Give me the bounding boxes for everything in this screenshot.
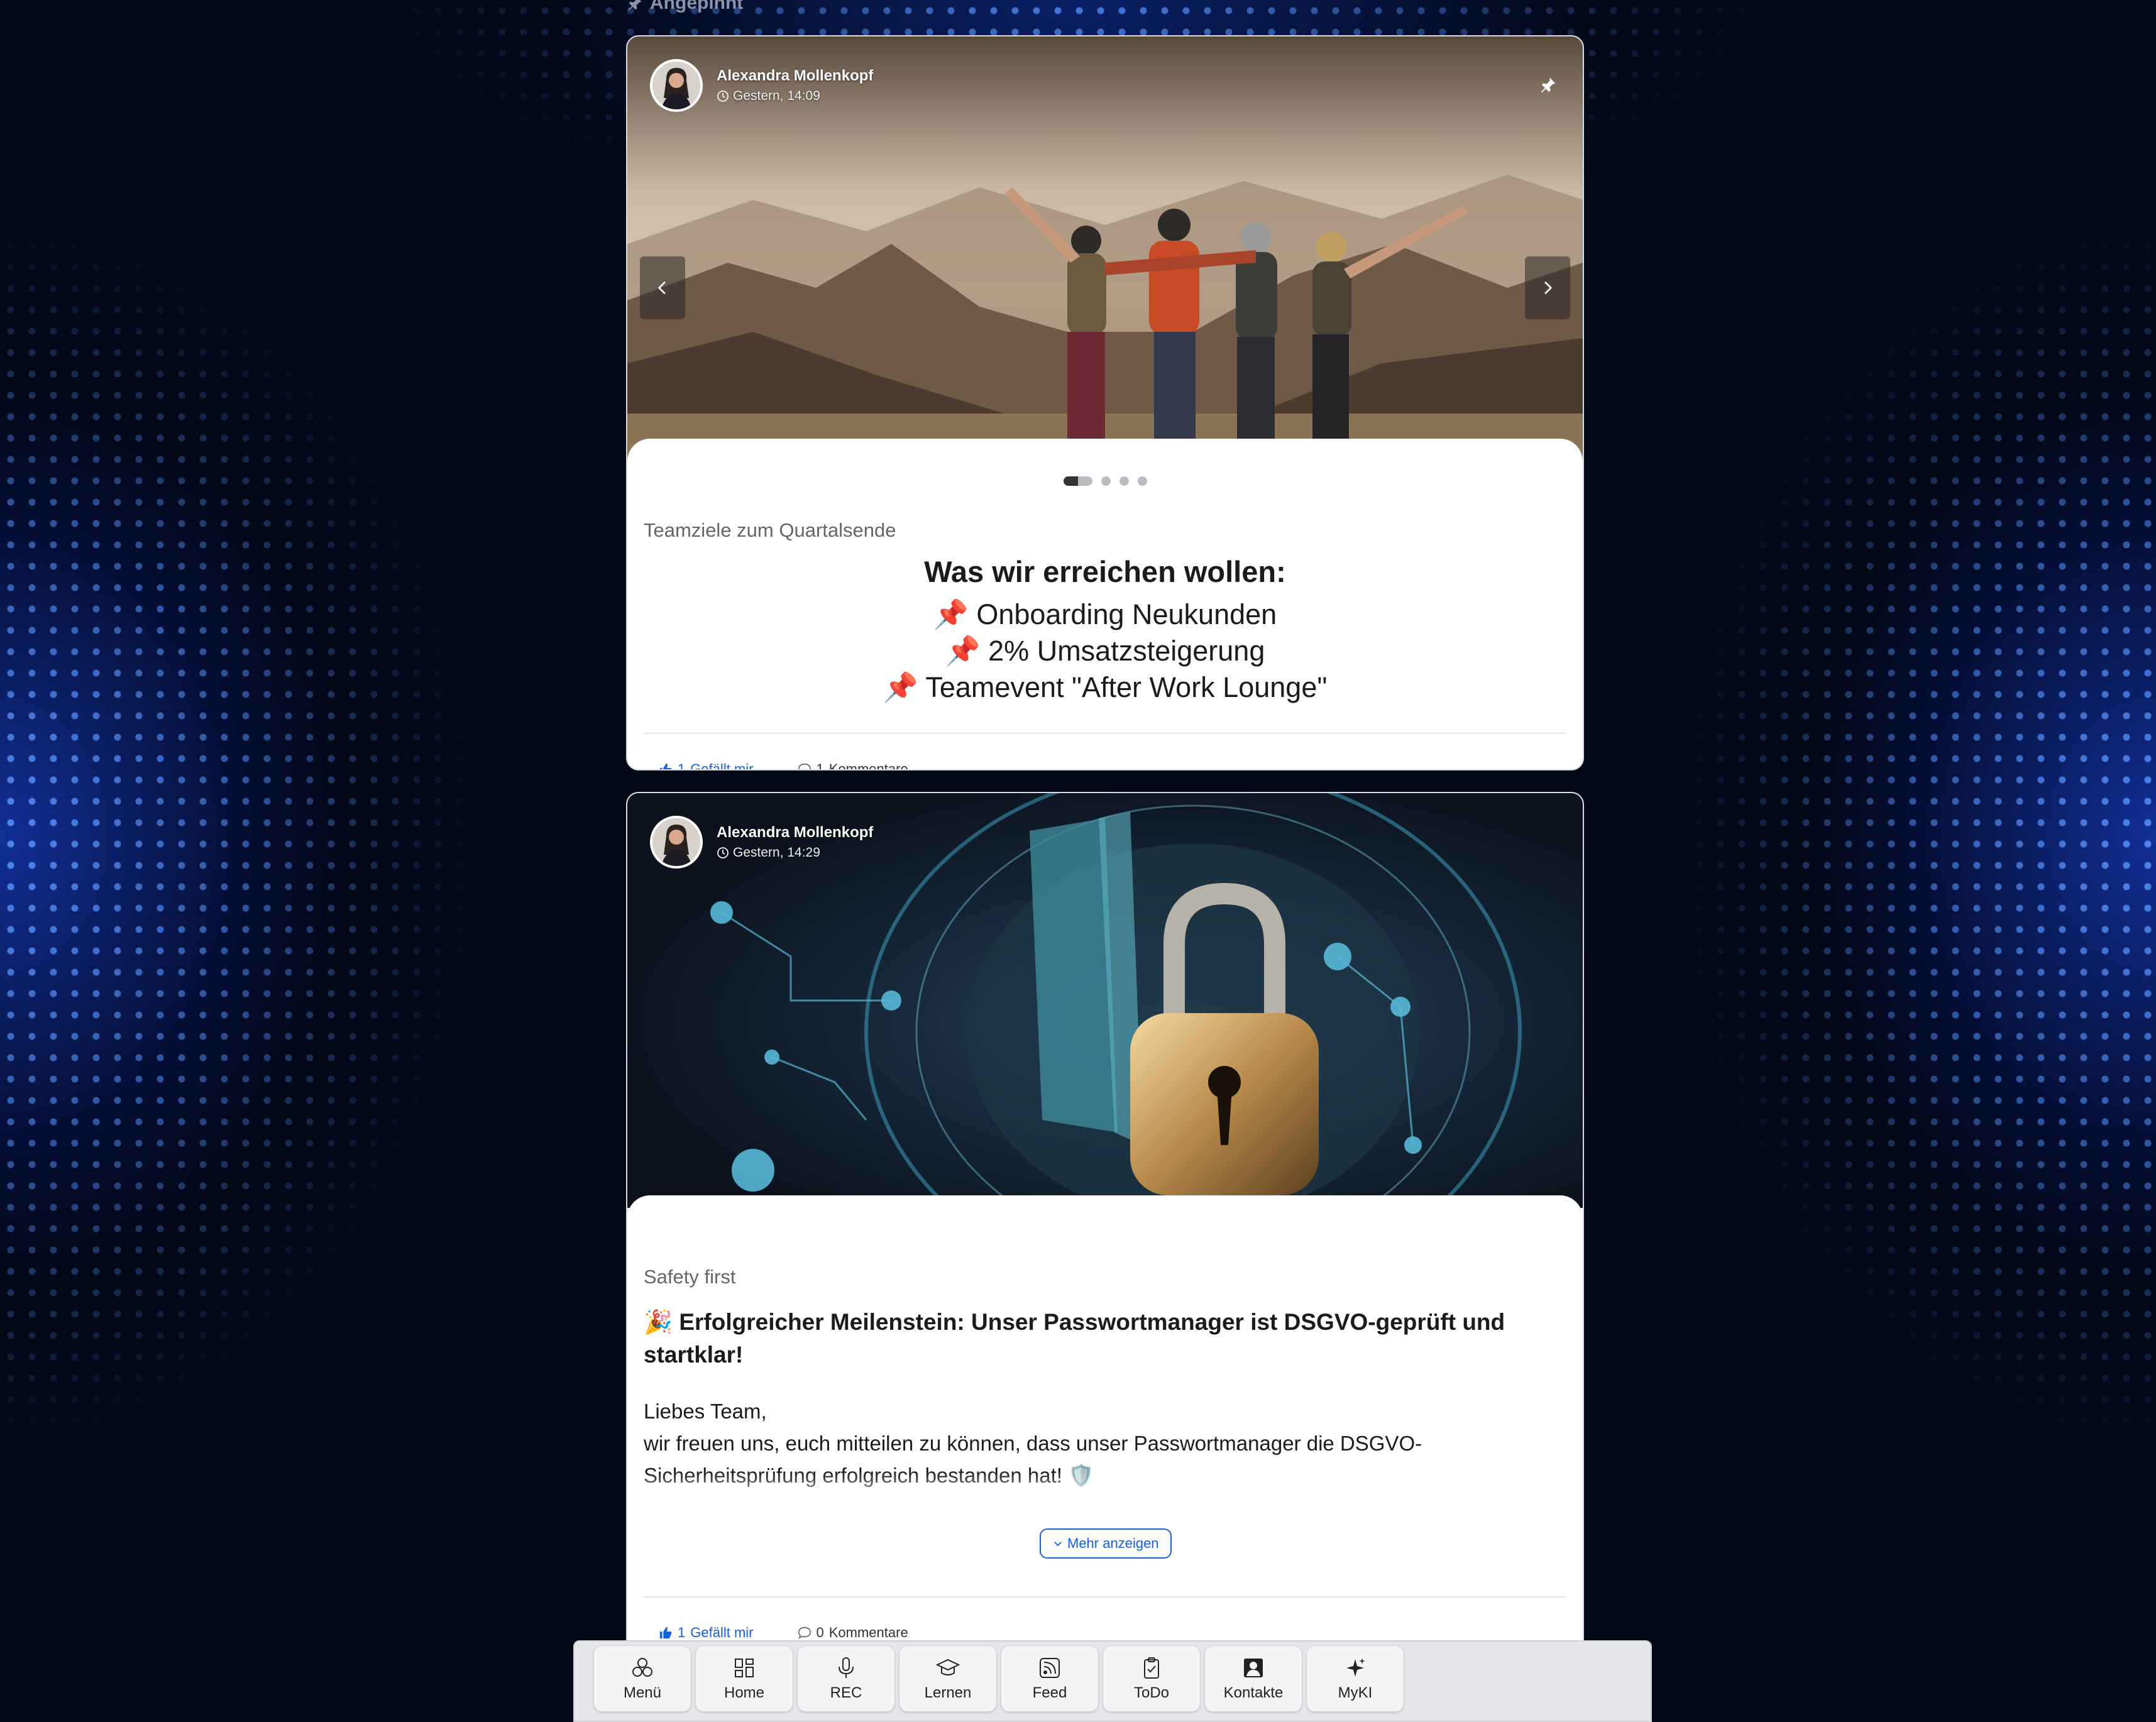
- text-fade: [627, 1472, 1583, 1510]
- clock-icon: [717, 90, 729, 102]
- post-actions: 1 Gefällt mir 0 Kommentare: [659, 1625, 908, 1641]
- dock-home-button[interactable]: Home: [695, 1645, 793, 1712]
- post-author[interactable]: Alexandra Mollenkopf Gestern, 14:09: [650, 59, 873, 112]
- post-card: Alexandra Mollenkopf Gestern, 14:09 Team…: [626, 35, 1584, 771]
- dock-kontakte-button[interactable]: Kontakte: [1204, 1645, 1302, 1712]
- sparkles-icon: [1346, 1658, 1365, 1677]
- contact-icon: [1244, 1659, 1263, 1677]
- dock-todo-button[interactable]: ToDo: [1103, 1645, 1201, 1712]
- dock-myki-button[interactable]: MyKI: [1306, 1645, 1404, 1712]
- divider: [644, 1596, 1566, 1598]
- goal-item: 📌 Teamevent "After Work Lounge": [883, 671, 1328, 703]
- post-subtitle: Teamziele zum Quartalsende: [644, 519, 896, 541]
- comment-icon: [798, 763, 811, 769]
- menu-icon: [632, 1658, 652, 1677]
- author-name: Alexandra Mollenkopf: [717, 67, 874, 84]
- thumbs-up-icon: [659, 763, 672, 769]
- post-actions: 1 Gefällt mir 1 Kommentare: [659, 761, 908, 769]
- pin-icon: [628, 0, 642, 11]
- goals-list: Was wir erreichen wollen: 📌 Onboarding N…: [627, 554, 1583, 706]
- comment-button[interactable]: 0 Kommentare: [798, 1625, 908, 1641]
- author-name: Alexandra Mollenkopf: [717, 824, 874, 841]
- carousel-indicator: [627, 476, 1583, 486]
- pinned-section-label: Angepinnt: [626, 0, 743, 14]
- post-subtitle: Safety first: [644, 1266, 736, 1288]
- post-timestamp: Gestern, 14:09: [717, 89, 873, 104]
- dock-rec-button[interactable]: REC: [797, 1645, 895, 1712]
- post-card: Alexandra Mollenkopf Gestern, 14:29 Safe…: [626, 792, 1584, 1657]
- thumbs-up-icon: [659, 1626, 672, 1639]
- carousel-dot[interactable]: [1101, 476, 1111, 486]
- dock-feed-button[interactable]: Feed: [1001, 1645, 1099, 1712]
- clock-icon: [717, 847, 729, 858]
- carousel-dot[interactable]: [1137, 476, 1147, 486]
- post-timestamp: Gestern, 14:29: [717, 845, 873, 860]
- graduation-cap-icon: [935, 1659, 960, 1675]
- like-button[interactable]: 1 Gefällt mir: [659, 761, 754, 769]
- post-content: Safety first 🎉 Erfolgreicher Meilenstein…: [627, 1195, 1583, 1655]
- avatar[interactable]: [650, 816, 703, 869]
- post-author[interactable]: Alexandra Mollenkopf Gestern, 14:29: [650, 816, 873, 869]
- post-content: Teamziele zum Quartalsende Was wir errei…: [627, 439, 1583, 769]
- dock-menu-button[interactable]: Menü: [593, 1645, 691, 1712]
- goal-item: 📌 Onboarding Neukunden: [933, 598, 1277, 630]
- chevron-down-icon: [1054, 1542, 1062, 1547]
- like-button[interactable]: 1 Gefällt mir: [659, 1625, 754, 1641]
- clipboard-icon: [1144, 1657, 1159, 1679]
- carousel-dot[interactable]: [1063, 476, 1092, 486]
- carousel-prev-button[interactable]: [640, 256, 685, 319]
- chevron-left-icon: [657, 281, 666, 295]
- chevron-right-icon: [1544, 281, 1553, 295]
- comment-button[interactable]: 1 Kommentare: [798, 761, 908, 769]
- show-more-button[interactable]: Mehr anzeigen: [1040, 1528, 1172, 1559]
- bottom-dock: Menü Home REC Lernen Feed ToDo Kontakte …: [573, 1640, 1652, 1722]
- carousel-dot[interactable]: [1119, 476, 1129, 486]
- avatar[interactable]: [650, 59, 703, 112]
- dock-lernen-button[interactable]: Lernen: [899, 1645, 997, 1712]
- microphone-icon: [839, 1657, 854, 1678]
- rss-icon: [1040, 1658, 1060, 1678]
- goals-heading: Was wir erreichen wollen:: [924, 555, 1286, 588]
- goal-item: 📌 2% Umsatzsteigerung: [945, 635, 1265, 667]
- post-title: 🎉 Erfolgreicher Meilenstein: Unser Passw…: [644, 1309, 1505, 1368]
- pin-icon[interactable]: [1539, 75, 1561, 98]
- home-grid-icon: [735, 1659, 754, 1677]
- divider: [644, 733, 1566, 734]
- comment-icon: [798, 1626, 811, 1640]
- carousel-next-button[interactable]: [1525, 256, 1570, 319]
